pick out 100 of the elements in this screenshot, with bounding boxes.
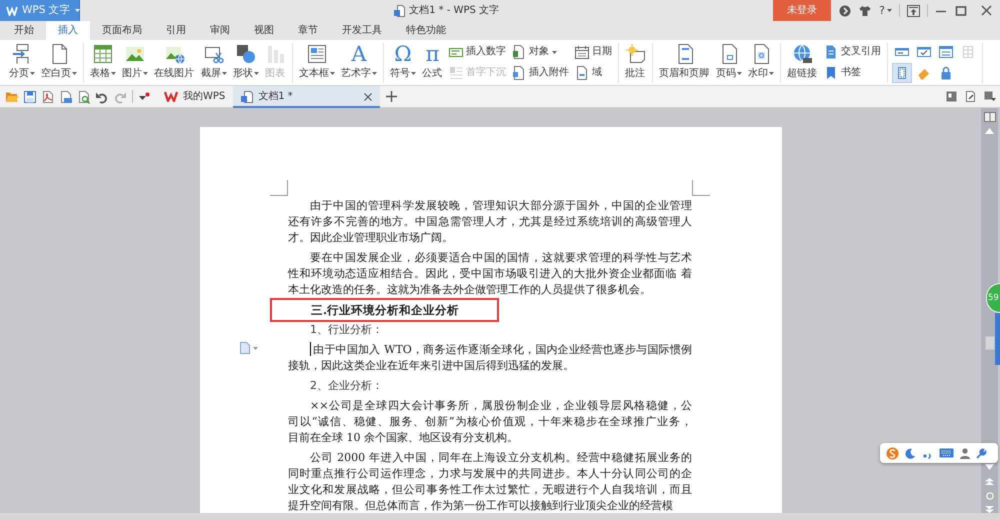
tool-button[interactable] [893,64,911,82]
ribbon-button[interactable]: π 公式 [419,43,446,80]
ribbon-button[interactable]: 书签 [821,64,884,82]
caret-icon [769,72,774,76]
pdf-icon[interactable] [41,90,55,104]
scroll-thumb[interactable] [984,336,994,350]
sticky-note-icon [626,44,646,64]
ribbon-button[interactable]: 空白页 [38,43,80,80]
ribbon-button[interactable]: 截屏 [198,43,230,80]
framed-page-icon [895,66,909,80]
document-icon [394,4,406,16]
zigzag-logo-icon [164,91,178,102]
maximize-icon[interactable] [955,4,967,16]
ribbon-tab[interactable]: 章节 [286,21,330,40]
close-icon[interactable] [364,92,372,100]
ribbon-button[interactable]: 页码 [713,43,745,80]
paste-options-icon[interactable] [238,342,258,354]
ribbon-button[interactable]: 文本框 [296,43,338,80]
document-tab[interactable]: 我的WPS [156,86,234,108]
scroll-up-icon[interactable] [985,128,994,134]
person-icon[interactable] [960,448,970,458]
ribbon-button[interactable]: 表格 [87,43,119,80]
caret-icon [887,9,892,12]
printer-page-icon[interactable] [59,90,73,104]
ribbon-button[interactable]: 形状 [230,43,262,80]
ribbon-button[interactable]: 插入附件 [509,64,572,82]
online-picture-icon [164,44,184,64]
symbol-glyph: A [351,44,367,64]
ribbon-button[interactable]: A 艺术字 [338,43,380,80]
document-icon [512,45,526,59]
body-paragraph: 由于中国的管理科学发展较晚，管理知识大部分源于国外，中国的企业管理 还有许多不完善的地方。中国急需管理人才，尤其是经过系统培训的高级管理人 才。因此企业管理职业市场广阔。 [288,198,692,246]
ribbon-button[interactable]: 水印 [745,43,777,80]
tool-button[interactable] [937,43,955,61]
close-icon[interactable] [981,5,992,16]
document-tab[interactable]: 文档1 * [233,86,380,108]
shirt-icon[interactable] [859,4,872,16]
ribbon-button[interactable]: 在线图片 [151,43,198,80]
page-magnifier-icon[interactable] [77,90,91,104]
input-logo-icon[interactable] [886,446,899,460]
ribbon-tab[interactable]: 开发工具 [330,21,394,40]
ribbon-tab[interactable]: 视图 [242,21,286,40]
drop-cap-icon [449,66,463,80]
previous-page-icon[interactable] [985,478,994,485]
arrow-up-box-icon[interactable] [907,4,920,16]
text-box-icon [307,44,327,64]
ribbon-button[interactable]: 对象 [509,43,572,61]
split-view-icon[interactable] [984,112,996,122]
ribbon-tab[interactable]: 页面布局 [90,21,154,40]
symbol-glyph: Ω [394,44,412,64]
caret-icon [330,72,335,76]
ribbon-button[interactable]: 图片 [119,43,151,80]
lock-icon [939,66,953,80]
ribbon-button[interactable]: 超链接 [784,43,821,80]
caret-icon [737,72,742,76]
ribbon-button[interactable]: Ω 符号 [387,43,419,80]
wrench-icon[interactable] [976,448,987,458]
menu-caret-icon[interactable] [138,92,150,102]
ribbon-button[interactable]: 插入数字 [446,43,509,61]
keyboard-icon[interactable] [939,448,954,458]
form-grid-icon [961,45,975,59]
checkbox-field-icon [917,45,931,59]
ribbon-tab[interactable]: 特色功能 [394,21,458,40]
ribbon-tab[interactable]: 引用 [154,21,198,40]
body-paragraph: 由于中国加入 WTO，商务运作逐渐全球化，国内企业经营也逐步与国际惯例 接轨，因此这类企业在近年来引进中国后得到迅猛的发展。 [288,342,692,374]
ribbon-tab[interactable]: 插入 [46,21,90,40]
caret-icon [143,72,148,76]
note-edit-icon[interactable] [965,91,976,102]
zigzag-logo-icon [6,6,18,16]
bookmark-icon [824,66,838,80]
bar-chart-icon [266,44,286,64]
caret-icon [411,72,416,76]
round-badge-icon[interactable] [839,4,852,16]
help-button[interactable]: ? [875,0,896,21]
cross-reference-icon [824,45,838,59]
browse-object-icon[interactable] [986,492,994,500]
ribbon-tab[interactable]: 审阅 [198,21,242,40]
half-moon-icon[interactable] [905,448,916,458]
undo-icon[interactable] [95,90,109,104]
page-icon [575,66,589,80]
caret-icon [74,9,80,12]
ribbon-button[interactable]: 分页 [6,43,38,80]
window-title: 文档1 * - WPS 文字 [409,4,500,16]
body-paragraph: 公司 2000 年进入中国，同年在上海设立分支机构。经营中稳健拓展业务的 同时重点推行公司运作理念，力求与发展中的共同进步。本人十分认同公司的企 业文化和发展战略，但公司事务性工作太过繁忙，无暇进行个人自我培训，而且 提升空间有限。但总体而言，作为第一份工作可以接触到行业顶尖企业的经营模 [288,450,692,513]
panel-layout-icon[interactable] [946,91,957,102]
calendar-icon [575,45,589,59]
ribbon-tab[interactable]: 开始 [2,21,46,40]
ribbon-button[interactable]: 域 [572,64,615,82]
subsection-label: 1、行业分析： [309,322,384,338]
save-icon[interactable] [23,90,37,104]
plus-icon[interactable] [386,91,398,102]
ribbon-button[interactable]: 日期 [572,43,615,61]
list-dropdown-icon[interactable] [984,91,996,102]
caret-icon [372,72,377,76]
ribbon-button[interactable]: 交叉引用 [821,43,884,61]
caret-icon [111,72,116,76]
ribbon-button[interactable]: 批注 [622,43,649,80]
caret-icon [254,72,259,76]
number-box-icon [449,45,463,59]
ribbon-button[interactable]: 页眉和页脚 [656,43,713,80]
folder-icon[interactable] [5,90,19,104]
